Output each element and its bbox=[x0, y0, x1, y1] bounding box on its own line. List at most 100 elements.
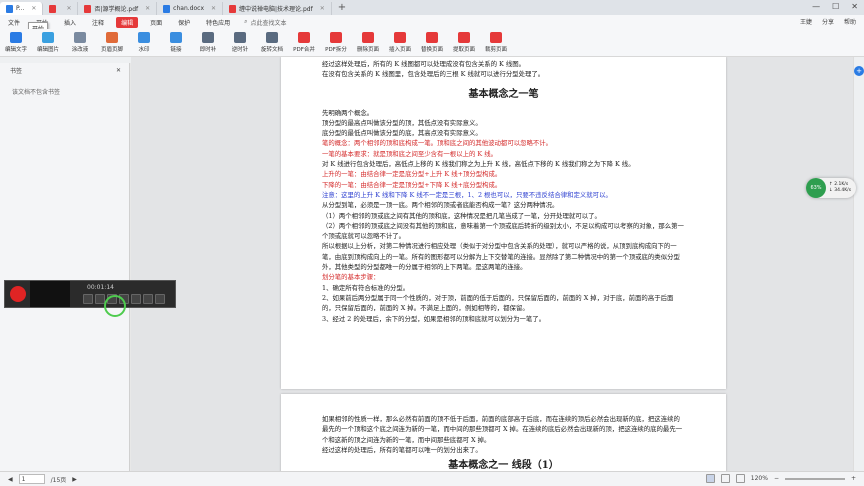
folder-icon[interactable] bbox=[143, 294, 153, 304]
search-box[interactable]: ⌕ 点此查找文本 bbox=[244, 18, 286, 27]
close-icon[interactable]: ✕ bbox=[116, 67, 121, 74]
zoom-slider[interactable] bbox=[784, 477, 845, 480]
menu-item-7[interactable]: 特色应用 bbox=[198, 18, 238, 27]
tab-close-icon[interactable]: ✕ bbox=[211, 5, 216, 12]
window-controls: — ☐ ✕ bbox=[812, 2, 858, 11]
menu-item-3[interactable]: 注释 bbox=[84, 18, 112, 27]
zoom-in-icon[interactable]: + bbox=[851, 475, 856, 482]
single-page-view-icon[interactable] bbox=[705, 474, 715, 483]
ribbon-button-5[interactable]: 链接 bbox=[162, 29, 190, 53]
tab-2[interactable]: 否|源学概论.pdf ✕ bbox=[78, 2, 158, 15]
volume-icon[interactable] bbox=[83, 294, 93, 304]
ribbon-button-13[interactable]: 替换页面 bbox=[418, 29, 446, 53]
maximize-icon[interactable]: ☐ bbox=[832, 2, 839, 11]
close-icon[interactable]: ✕ bbox=[851, 2, 858, 11]
ribbon-button-14[interactable]: 提取页面 bbox=[450, 29, 478, 53]
menu-item-5[interactable]: 页面 bbox=[142, 18, 170, 27]
pen-icon[interactable] bbox=[131, 294, 141, 304]
menu-right-1[interactable]: 分享 bbox=[822, 17, 834, 26]
text-line: 顶分型的最高点叫做该分型的顶，其低点没有实际意义。 bbox=[322, 118, 482, 127]
ribbon-button-4[interactable]: 水印 bbox=[130, 29, 158, 53]
network-monitor-widget[interactable]: 63% ↑ 2.1K/s ↓ 34.4K/s bbox=[806, 178, 856, 198]
continuous-view-icon[interactable] bbox=[735, 474, 745, 483]
settings-icon[interactable] bbox=[155, 294, 165, 304]
ribbon-button-12[interactable]: 插入页面 bbox=[386, 29, 414, 53]
ribbon-label: 编辑图片 bbox=[36, 47, 59, 53]
text-line: 1、确定所有符合标准的分型。 bbox=[322, 283, 410, 292]
search-icon: ⌕ bbox=[244, 18, 248, 25]
tab-label: 否|源学概论.pdf bbox=[94, 6, 139, 13]
text-line: 从分型到笔，必须是一顶一底。两个相邻的顶或者底能否构成一笔？这分两种情况。 bbox=[322, 201, 559, 210]
ribbon-label: 删除页面 bbox=[356, 47, 379, 53]
menu-item-0[interactable]: 文件 bbox=[0, 18, 28, 27]
menu-item-2[interactable]: 插入 bbox=[56, 18, 84, 27]
prev-page-icon[interactable]: ◀ bbox=[8, 476, 13, 483]
menu-item-4[interactable]: 编辑 bbox=[116, 16, 139, 28]
ribbon-button-15[interactable]: 裁剪页面 bbox=[482, 29, 510, 53]
document-view[interactable]: 经过这样处理后，所有的 K 线图都可以处理成没有包含关系的 K 线图。在没有包含… bbox=[131, 57, 853, 471]
menu-right-2[interactable]: 帮助 bbox=[844, 17, 856, 26]
recorder-preview bbox=[30, 281, 70, 307]
ribbon-button-2[interactable]: 涂改液 bbox=[66, 29, 94, 53]
ribbon-button-8[interactable]: 旋转文档 bbox=[258, 29, 286, 53]
screen-recorder-widget[interactable]: 00:01:14 bbox=[4, 280, 176, 308]
text-line: 所以根据以上分析，对第二种情况进行相应处理（类似于对分型中包含关系的处理），就可… bbox=[322, 242, 680, 272]
tab-close-icon[interactable]: ✕ bbox=[66, 5, 71, 12]
tab-4[interactable]: 缠中说禅电脑|技术理论.pdf ✕ bbox=[223, 2, 332, 15]
ribbon-button-6[interactable]: 即时补 bbox=[194, 29, 222, 53]
tab-close-icon[interactable]: ✕ bbox=[145, 5, 150, 12]
ribbon-label: 逆时针 bbox=[231, 47, 249, 53]
add-icon[interactable]: + bbox=[854, 66, 864, 76]
text-line: 在没有包含关系的 K 线图里，包含处理后的三根 K 线就可以进行分型处理了。 bbox=[322, 70, 545, 79]
tool-icon bbox=[10, 32, 22, 43]
text-line: 对 K 线进行包含处理后，高低点上移的 K 线我们称之为上升 K 线，高低点下移… bbox=[322, 160, 635, 169]
tool-icon bbox=[266, 32, 278, 43]
tool-icon bbox=[330, 32, 342, 43]
ribbon-button-10[interactable]: PDF拆分 bbox=[322, 29, 350, 53]
text-line: 经过这样处理后，所有的 K 线图都可以处理成没有包含关系的 K 线图。 bbox=[322, 60, 526, 68]
text-line: 先明确两个概念。 bbox=[322, 108, 374, 117]
double-page-view-icon[interactable] bbox=[720, 474, 730, 483]
ribbon-label: 替换页面 bbox=[420, 47, 443, 53]
menu-bar: 文件开始插入注释编辑页面保护特色应用⌕点此查找文本王婕分享帮助 bbox=[0, 15, 864, 29]
ribbon-button-9[interactable]: PDF合并 bbox=[290, 29, 318, 53]
text-line: 经过这样的处理后，所有的笔都可以唯一的划分出来了。 bbox=[322, 445, 482, 454]
ribbon-label: 涂改液 bbox=[71, 47, 89, 53]
cursor-highlight bbox=[104, 295, 126, 317]
section-heading: 基本概念之一 线段（1） bbox=[448, 460, 559, 471]
tab-3[interactable]: chan.docx ✕ bbox=[157, 2, 224, 15]
status-bar: ◀ 1 /15页 ▶ 120% − + bbox=[0, 471, 864, 486]
tab-0[interactable]: P... ✕ bbox=[0, 2, 44, 15]
text-line: 一笔的基本要求：就是顶和底之间至少含有一根以上的 K 线。 bbox=[322, 149, 497, 158]
tab-1[interactable]: ✕ bbox=[43, 2, 79, 15]
tool-icon bbox=[394, 32, 406, 43]
vertical-scrollbar[interactable] bbox=[853, 57, 864, 471]
text-line: 上升的一笔：由结合律一定是底分型+上升 K 线+顶分型构成。 bbox=[322, 170, 502, 179]
zoom-out-icon[interactable]: − bbox=[774, 475, 779, 482]
ribbon-button-1[interactable]: 编辑图片 bbox=[34, 29, 62, 53]
next-page-icon[interactable]: ▶ bbox=[72, 476, 77, 483]
tab-close-icon[interactable]: ✕ bbox=[320, 5, 325, 12]
text-line: 3、经过 2 的处理后，余下的分型，如果是相邻的顶和底就可以划分为一笔了。 bbox=[322, 314, 546, 323]
ribbon-label: 编辑文字 bbox=[4, 47, 27, 53]
file-icon bbox=[163, 4, 171, 13]
tool-icon bbox=[106, 32, 118, 43]
new-tab-icon[interactable]: + bbox=[338, 2, 346, 13]
bookmark-panel: 书签 ✕ 该文档不包含书签 bbox=[0, 63, 130, 475]
tool-icon bbox=[74, 32, 86, 43]
page-number-input[interactable]: 1 bbox=[18, 474, 45, 484]
zoom-level[interactable]: 120% bbox=[751, 475, 768, 482]
ribbon-button-11[interactable]: 删除页面 bbox=[354, 29, 382, 53]
ribbon-button-7[interactable]: 逆时针 bbox=[226, 29, 254, 53]
tool-icon bbox=[170, 32, 182, 43]
record-button[interactable] bbox=[10, 286, 26, 302]
recorder-time: 00:01:14 bbox=[87, 284, 114, 291]
minimize-icon[interactable]: — bbox=[812, 2, 820, 11]
menu-right-0[interactable]: 王婕 bbox=[800, 17, 812, 26]
tab-close-icon[interactable]: ✕ bbox=[31, 5, 36, 12]
ribbon-button-3[interactable]: 页眉页脚 bbox=[98, 29, 126, 53]
ribbon-button-0[interactable]: 编辑文字 bbox=[2, 29, 30, 53]
net-down: ↓ 34.4K/s bbox=[829, 188, 852, 193]
file-icon bbox=[229, 4, 237, 13]
menu-item-6[interactable]: 保护 bbox=[170, 18, 198, 27]
